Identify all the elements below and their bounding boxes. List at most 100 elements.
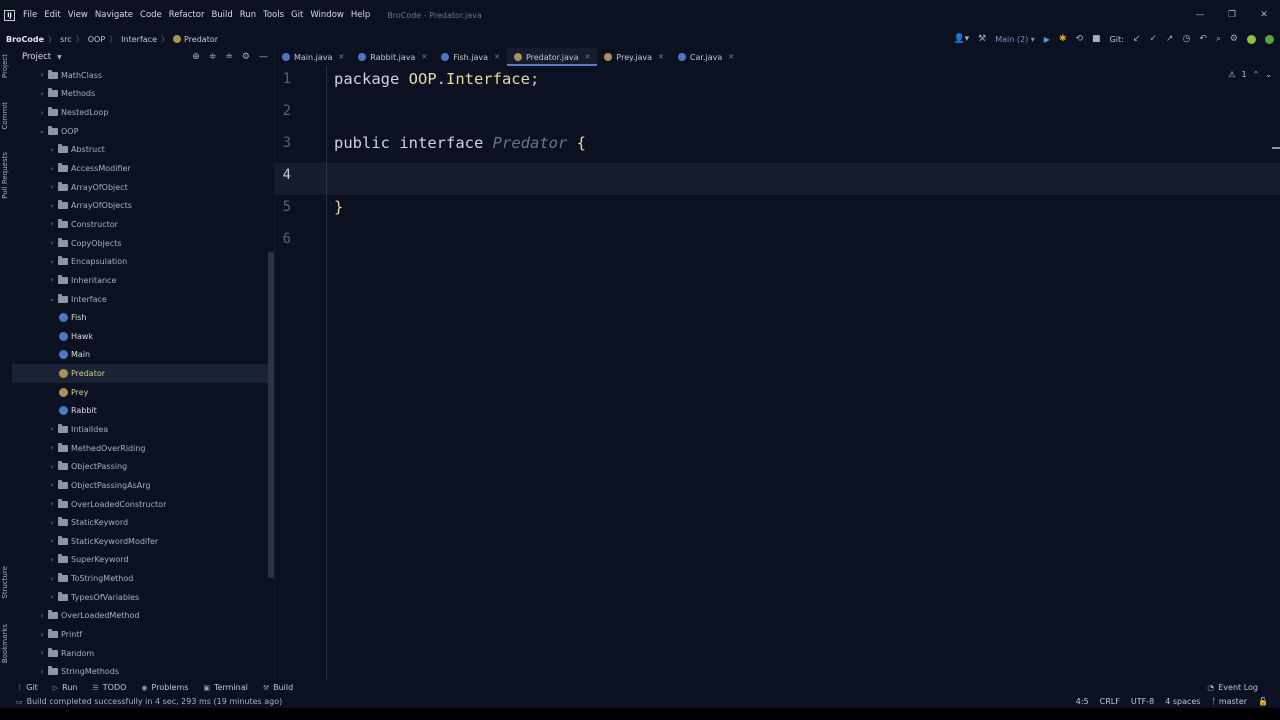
stop-icon[interactable]: ■ xyxy=(1092,34,1101,44)
pull-requests-tool-tab[interactable]: Pull Requests xyxy=(1,152,9,199)
chevron-down-icon[interactable]: ⌄ xyxy=(47,295,57,303)
git-push-icon[interactable]: ↗ xyxy=(1166,34,1174,44)
chevron-right-icon[interactable]: › xyxy=(47,537,57,545)
tree-file[interactable]: Fish xyxy=(12,308,274,327)
tab-car[interactable]: Car.java ✕ xyxy=(671,48,741,66)
chevron-right-icon[interactable]: › xyxy=(47,556,57,564)
close-icon[interactable]: ✕ xyxy=(494,53,500,61)
tree-folder[interactable]: › Constructor xyxy=(12,215,274,234)
rollback-icon[interactable]: ↶ xyxy=(1199,34,1207,44)
chevron-down-icon[interactable]: ⌄ xyxy=(1265,70,1272,79)
collapse-all-icon[interactable]: ≐ xyxy=(225,52,233,62)
chevron-up-icon[interactable]: ⌃ xyxy=(1253,70,1260,79)
menu-refactor[interactable]: Refactor xyxy=(169,10,205,20)
menu-view[interactable]: View xyxy=(68,10,88,20)
chevron-right-icon[interactable]: › xyxy=(37,71,47,79)
chevron-right-icon[interactable]: › xyxy=(47,202,57,210)
debug-icon[interactable]: ✱ xyxy=(1059,34,1067,44)
caret-position[interactable]: 4:5 xyxy=(1076,697,1089,706)
chevron-right-icon[interactable]: › xyxy=(37,90,47,98)
chevron-right-icon[interactable]: › xyxy=(47,183,57,191)
file-encoding[interactable]: UTF-8 xyxy=(1131,697,1154,706)
chevron-down-icon[interactable]: ▼ xyxy=(57,54,62,61)
status-message[interactable]: Build completed successfully in 4 sec, 2… xyxy=(27,697,283,706)
tree-folder[interactable]: › ToStringMethod xyxy=(12,569,274,588)
chevron-right-icon[interactable]: › xyxy=(47,481,57,489)
expand-all-icon[interactable]: ≑ xyxy=(209,52,217,62)
tree-folder[interactable]: › StaticKeyword xyxy=(12,513,274,532)
app-logo[interactable]: IJ xyxy=(4,9,15,21)
breadcrumb-interface[interactable]: Interface xyxy=(121,35,157,44)
tree-folder[interactable]: › CopyObjects xyxy=(12,234,274,253)
menu-file[interactable]: File xyxy=(23,10,37,20)
chevron-right-icon[interactable]: › xyxy=(47,239,57,247)
menu-tools[interactable]: Tools xyxy=(263,10,284,20)
menu-navigate[interactable]: Navigate xyxy=(95,10,133,20)
close-icon[interactable]: ✕ xyxy=(421,53,427,61)
chevron-right-icon[interactable]: › xyxy=(47,593,57,601)
code-line[interactable]: } xyxy=(334,198,343,216)
close-icon[interactable]: ✕ xyxy=(585,53,591,61)
tree-folder[interactable]: › SuperKeyword xyxy=(12,551,274,570)
chevron-right-icon[interactable]: › xyxy=(47,276,57,284)
menu-help[interactable]: Help xyxy=(351,10,370,20)
update-icon[interactable] xyxy=(1247,34,1256,44)
menu-window[interactable]: Window xyxy=(310,10,344,20)
tab-prey[interactable]: Prey.java ✕ xyxy=(597,48,671,66)
chevron-right-icon[interactable]: › xyxy=(47,444,57,452)
chevron-right-icon[interactable]: › xyxy=(47,463,57,471)
tree-folder[interactable]: › Encapsulation xyxy=(12,252,274,271)
tree-folder[interactable]: › Abstruct xyxy=(12,141,274,160)
chevron-right-icon[interactable]: › xyxy=(47,220,57,228)
close-window-button[interactable]: ✕ xyxy=(1248,10,1280,20)
close-icon[interactable]: ✕ xyxy=(728,53,734,61)
tree-folder[interactable]: › Inheritance xyxy=(12,271,274,290)
indent-setting[interactable]: 4 spaces xyxy=(1165,697,1200,706)
tree-folder[interactable]: › Random xyxy=(12,644,274,663)
tab-main[interactable]: Main.java ✕ xyxy=(275,48,351,66)
breadcrumb-predator[interactable]: Predator xyxy=(184,35,218,44)
settings-icon[interactable]: ⚙ xyxy=(1230,34,1238,44)
menu-code[interactable]: Code xyxy=(140,10,162,20)
chevron-right-icon[interactable]: › xyxy=(47,500,57,508)
scrollbar-marker[interactable] xyxy=(1272,147,1280,149)
menu-run[interactable]: Run xyxy=(240,10,256,20)
chevron-right-icon[interactable]: › xyxy=(37,612,47,620)
code-line[interactable]: public interface Predator { xyxy=(334,134,586,152)
tree-file[interactable]: Main xyxy=(12,346,274,365)
run-icon[interactable]: ▶ xyxy=(1044,35,1050,44)
commit-tool-tab[interactable]: Commit xyxy=(1,102,9,130)
coverage-icon[interactable]: ⟲ xyxy=(1076,34,1084,44)
lock-icon[interactable]: 🔓 xyxy=(1258,697,1268,706)
tab-predator[interactable]: Predator.java ✕ xyxy=(506,48,598,66)
tree-folder[interactable]: › MathClass xyxy=(12,66,274,85)
chevron-down-icon[interactable]: ⌄ xyxy=(37,127,47,135)
tree-file[interactable]: Rabbit xyxy=(12,402,274,421)
menu-edit[interactable]: Edit xyxy=(44,10,60,20)
structure-tool-tab[interactable]: Structure xyxy=(1,566,9,599)
minimize-button[interactable]: — xyxy=(1184,10,1216,20)
tab-rabbit[interactable]: Rabbit.java ✕ xyxy=(351,48,434,66)
chevron-right-icon[interactable]: › xyxy=(37,668,47,676)
breadcrumb-project[interactable]: BroCode xyxy=(6,35,44,44)
close-icon[interactable]: ✕ xyxy=(338,53,344,61)
tree-folder[interactable]: › TypesOfVariables xyxy=(12,588,274,607)
tree-folder[interactable]: › Methods xyxy=(12,85,274,104)
chevron-right-icon[interactable]: › xyxy=(47,519,57,527)
line-separator[interactable]: CRLF xyxy=(1100,697,1120,706)
chevron-right-icon[interactable]: › xyxy=(37,631,47,639)
tree-folder[interactable]: › AccessModifier xyxy=(12,159,274,178)
chevron-right-icon[interactable]: › xyxy=(47,425,57,433)
tree-folder[interactable]: ⌄ Interface xyxy=(12,290,274,309)
tree-folder[interactable]: › IntialIdea xyxy=(12,420,274,439)
chevron-right-icon[interactable]: › xyxy=(47,146,57,154)
hammer-icon[interactable]: ⚒ xyxy=(978,34,986,44)
chevron-right-icon[interactable]: › xyxy=(37,649,47,657)
search-icon[interactable]: ⌕ xyxy=(1216,34,1221,44)
chevron-right-icon[interactable]: › xyxy=(47,258,57,266)
tree-folder[interactable]: › StringMethods xyxy=(12,663,274,681)
bookmarks-tool-tab[interactable]: Bookmarks xyxy=(1,624,9,663)
chevron-right-icon[interactable]: › xyxy=(47,575,57,583)
tree-folder[interactable]: › ObjectPassingAsArg xyxy=(12,476,274,495)
close-icon[interactable]: ✕ xyxy=(658,53,664,61)
